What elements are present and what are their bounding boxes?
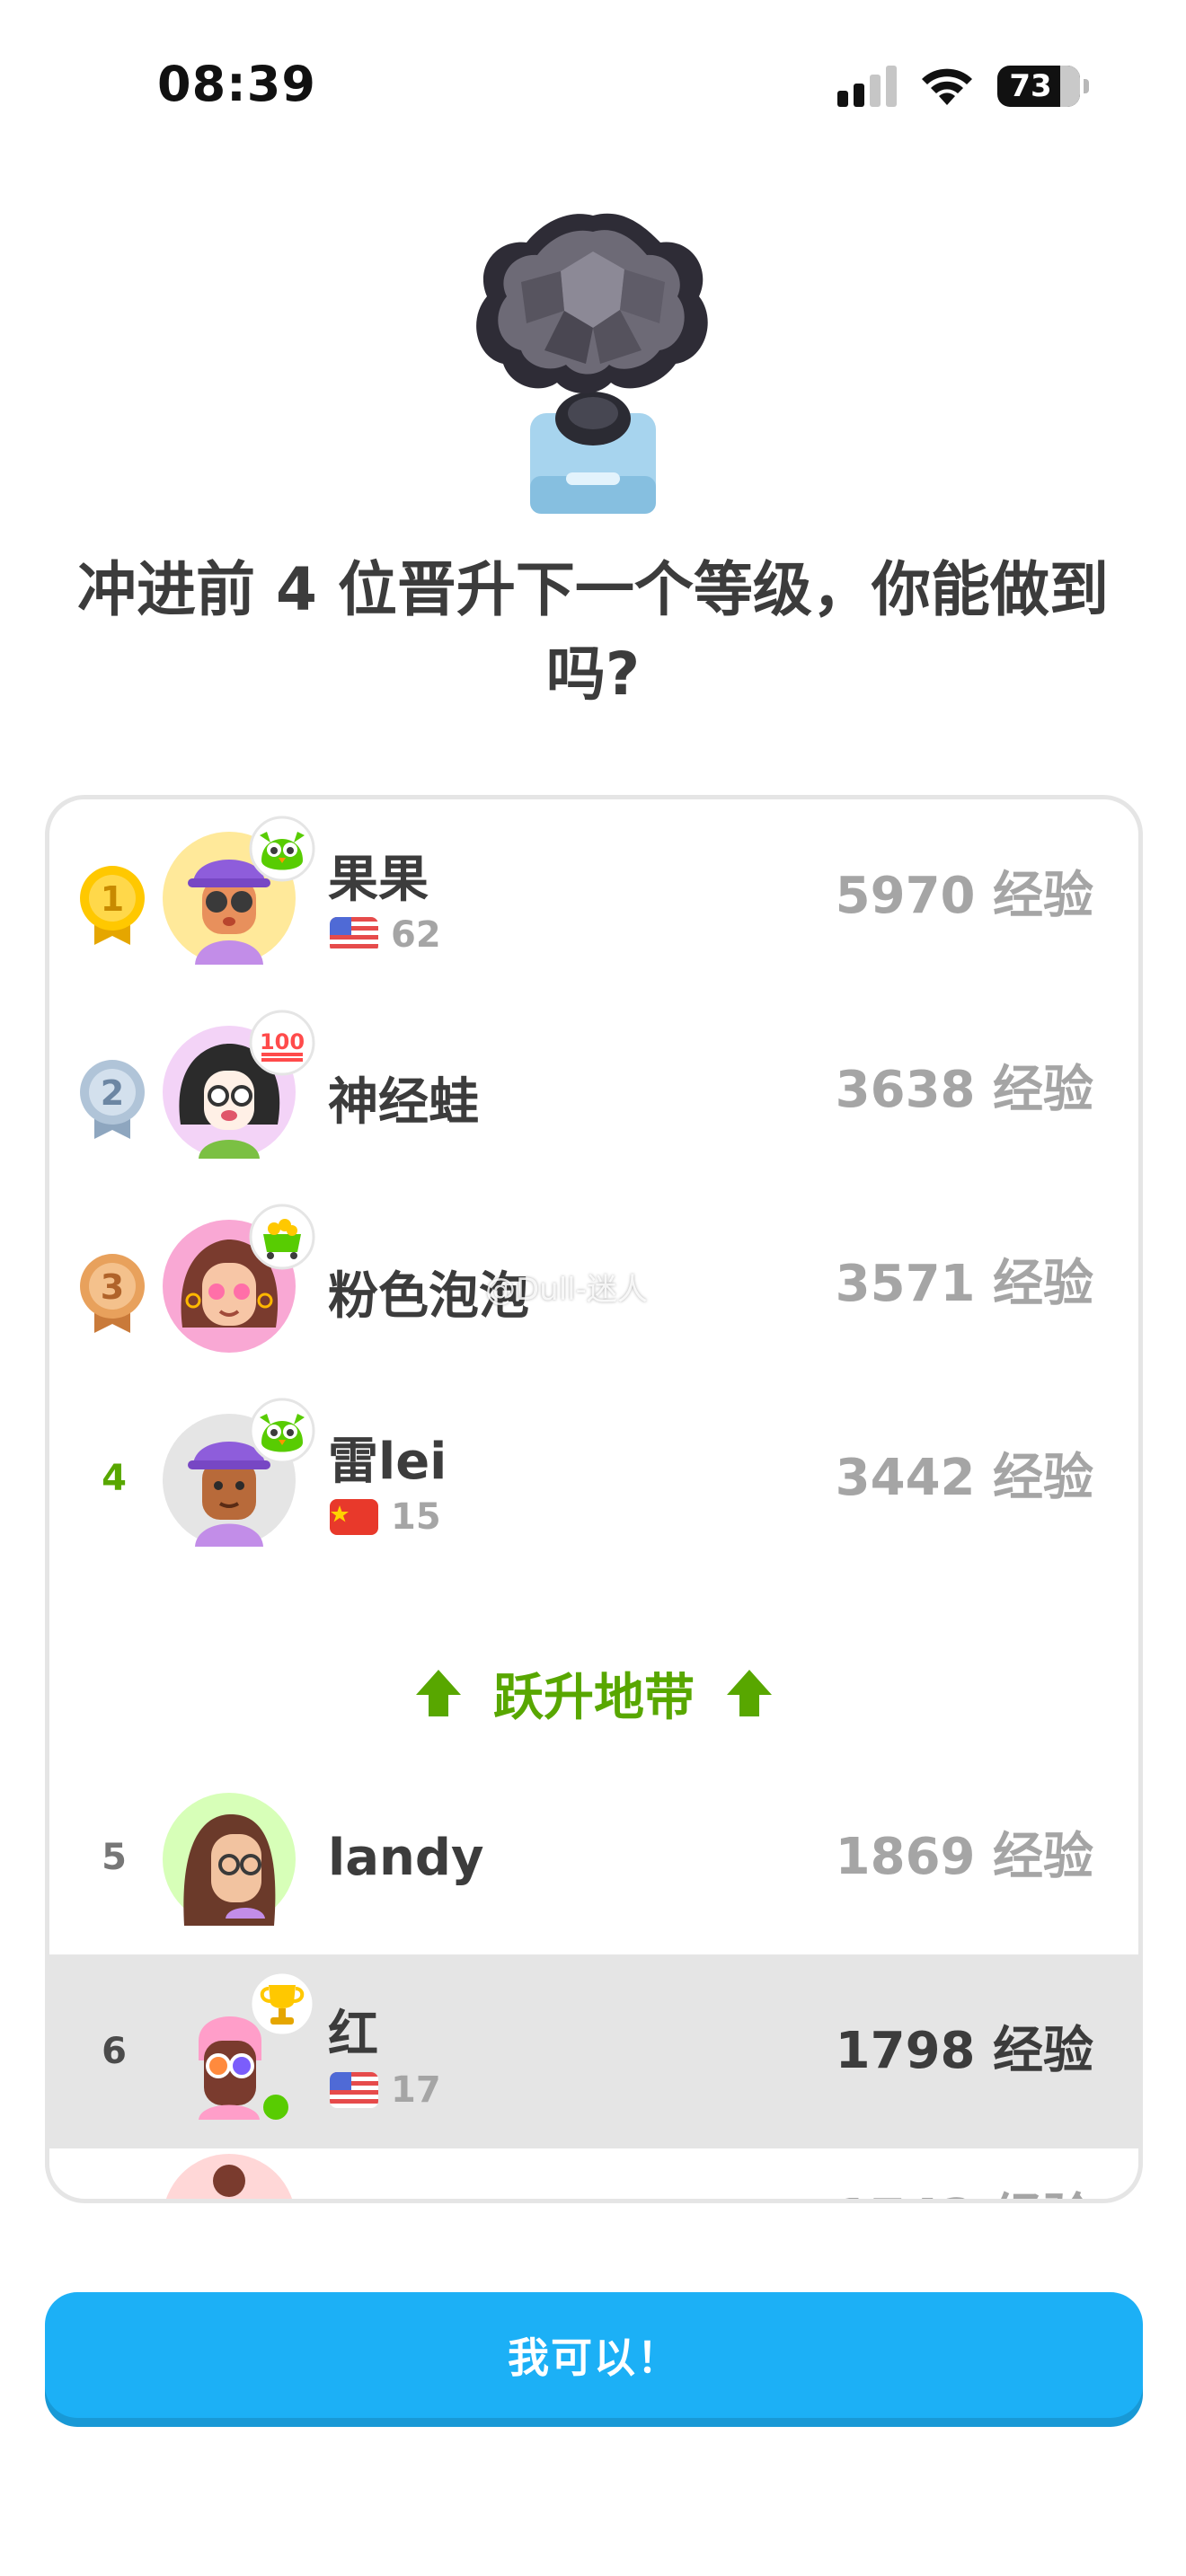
owl-badge-icon <box>249 816 315 882</box>
battery-icon: 73 <box>997 66 1089 107</box>
leaderboard-row-6-current-user[interactable]: 6 红 17 1798 经验 <box>49 1954 1138 2148</box>
trophy-badge-icon <box>249 1971 315 2037</box>
xp-value: 3571 经验 <box>835 1255 1093 1313</box>
arrow-up-icon <box>416 1670 461 1716</box>
leaderboard-row-1[interactable]: 1 果果 62 5970 经验 <box>49 799 1138 993</box>
streak-count: 15 <box>391 1496 441 1538</box>
svg-text:100: 100 <box>260 1029 305 1054</box>
streak-count: 17 <box>391 2069 441 2111</box>
watermark: @Dull-迷人 <box>485 1272 648 1308</box>
stone-league-trophy-icon <box>476 213 708 514</box>
bronze-medal-icon: 3 <box>80 1254 145 1333</box>
streak-count: 62 <box>391 914 441 956</box>
medal-rank-label: 3 <box>101 1267 124 1307</box>
rank-number: 6 <box>102 2031 127 2072</box>
cellular-signal-icon <box>837 66 897 107</box>
money-cart-badge-icon <box>249 1204 315 1270</box>
status-time: 08:39 <box>157 56 316 112</box>
rank-number: 4 <box>102 1458 127 1499</box>
leaderboard-row-4[interactable]: 4 雷lei 15 3442 经验 <box>49 1381 1138 1575</box>
user-name: 雷lei <box>328 1433 447 1491</box>
promotion-zone-divider: 跃升地带 <box>49 1626 1138 1760</box>
status-icons: 73 <box>837 59 1089 113</box>
user-name: 果果 <box>328 851 429 909</box>
owl-badge-icon <box>249 1398 315 1464</box>
silver-medal-icon: 2 <box>80 1060 145 1139</box>
xp-value: 1869 经验 <box>835 1828 1093 1886</box>
us-flag-icon <box>330 2072 378 2108</box>
user-name: landy <box>328 1829 484 1887</box>
avatar[interactable] <box>163 2154 296 2203</box>
promotion-zone-label: 跃升地带 <box>493 1668 695 1727</box>
xp-value: 1798 经验 <box>835 2022 1093 2080</box>
leaderboard-card[interactable]: 1 果果 62 5970 经验 2 100 神经蛙 3638 经验 3 粉色泡泡… <box>45 795 1143 2203</box>
user-name: 神经蛙 <box>328 1073 479 1132</box>
avatar[interactable] <box>163 1793 296 1926</box>
medal-rank-label: 2 <box>101 1073 124 1113</box>
xp-value: 5970 经验 <box>835 867 1093 925</box>
xp-value: 3638 经验 <box>835 1061 1093 1119</box>
online-status-indicator <box>258 2089 294 2125</box>
rank-number: 5 <box>102 1837 127 1878</box>
user-name: 简微有 <box>328 2190 479 2199</box>
xp-value: 3442 经验 <box>835 1449 1093 1507</box>
leaderboard-row-5[interactable]: 5 landy 1869 经验 <box>49 1760 1138 1954</box>
medal-rank-label: 1 <box>101 879 124 919</box>
gold-medal-icon: 1 <box>80 866 145 945</box>
user-meta: 17 <box>330 2069 441 2111</box>
user-meta: 15 <box>330 1496 441 1538</box>
cn-flag-icon <box>330 1499 378 1535</box>
us-flag-icon <box>330 917 378 953</box>
leaderboard-row-2[interactable]: 2 100 神经蛙 3638 经验 <box>49 993 1138 1187</box>
rank-number: 7 <box>85 2122 143 2199</box>
battery-level: 73 <box>1009 68 1052 104</box>
xp-value: 1742 经验 <box>836 2122 1093 2199</box>
leaderboard-row-7[interactable]: 7 简微有 1742 经验 <box>49 2148 1138 2203</box>
status-bar: 08:39 73 <box>0 0 1186 171</box>
i-can-do-it-button[interactable]: 我可以！ <box>45 2292 1143 2418</box>
user-name: 红 <box>328 2006 378 2064</box>
user-meta: 62 <box>330 914 441 956</box>
arrow-up-icon <box>727 1670 772 1716</box>
hundred-badge-icon: 100 <box>249 1010 315 1076</box>
promotion-headline: 冲进前 4 位晋升下一个等级，你能做到吗? <box>77 555 1109 709</box>
wifi-icon <box>922 68 972 105</box>
